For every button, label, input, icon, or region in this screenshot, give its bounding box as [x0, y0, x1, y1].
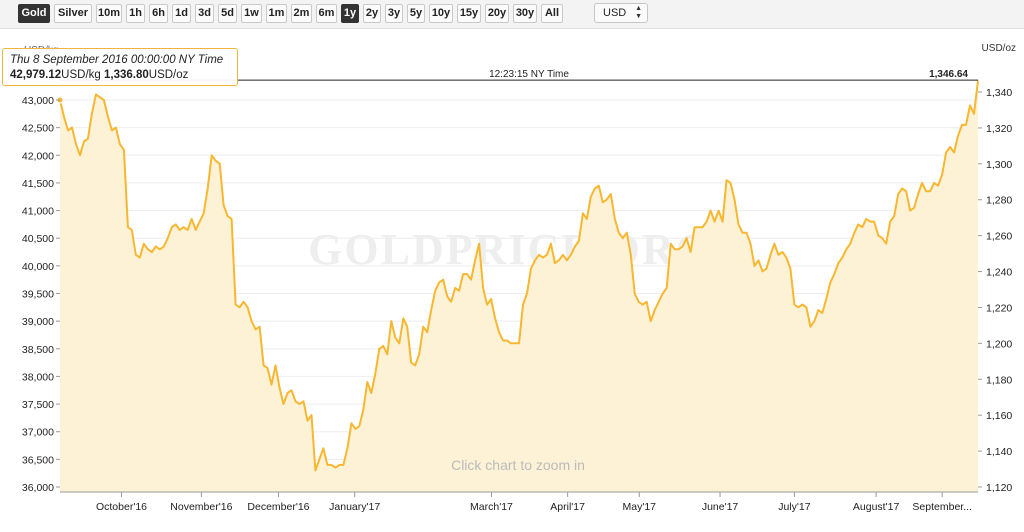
right-tick-label: 1,160 — [986, 410, 1012, 422]
currency-select[interactable]: USD ▲ ▼ — [594, 3, 648, 23]
x-axis-ticks: October'16 November'16 December'16 January'… — [96, 492, 972, 513]
range-button-1w[interactable]: 1w — [241, 4, 262, 23]
right-tick-label: 1,120 — [986, 482, 1012, 494]
x-tick-label: October'16 — [96, 501, 147, 513]
tooltip-values: 42,979.12USD/kg 1,336.80USD/oz — [10, 68, 230, 83]
left-tick-label: 42,500 — [22, 123, 54, 135]
range-button-10y[interactable]: 10y — [429, 4, 453, 23]
right-tick-label: 1,340 — [986, 87, 1012, 99]
range-button-3y[interactable]: 3y — [385, 4, 403, 23]
currency-select-value: USD — [603, 7, 627, 19]
left-tick-label: 40,000 — [22, 261, 54, 273]
range-button-gold[interactable]: Gold — [18, 4, 50, 23]
x-tick-label: May'17 — [622, 501, 656, 513]
left-tick-label: 39,000 — [22, 316, 54, 328]
x-tick-label: November'16 — [170, 501, 232, 513]
crosshair-time-label: 12:23:15 NY Time — [489, 69, 569, 80]
right-tick-label: 1,320 — [986, 123, 1012, 135]
right-tick-label: 1,140 — [986, 446, 1012, 458]
tooltip: Thu 8 September 2016 00:00:00 NY Time 42… — [2, 48, 238, 86]
range-button-silver[interactable]: Silver — [54, 4, 92, 23]
right-tick-label: 1,200 — [986, 338, 1012, 350]
range-button-6m[interactable]: 6m — [316, 4, 337, 23]
x-tick-label: December'16 — [247, 501, 309, 513]
right-tick-label: 1,220 — [986, 302, 1012, 314]
right-axis-ticks: 1,120 1,140 1,160 1,180 1,200 1,220 1,240 1,260… — [978, 87, 1012, 494]
range-button-10m[interactable]: 10m — [96, 4, 122, 23]
range-button-3d[interactable]: 3d — [195, 4, 214, 23]
range-button-1y[interactable]: 1y — [341, 4, 359, 23]
x-tick-label: July'17 — [778, 501, 811, 513]
x-tick-label: January'17 — [329, 501, 380, 513]
left-tick-label: 37,500 — [22, 399, 54, 411]
range-button-30y[interactable]: 30y — [513, 4, 537, 23]
left-tick-label: 36,500 — [22, 454, 54, 466]
select-arrows-icon: ▲ ▼ — [635, 5, 642, 20]
zoom-hint: Click chart to zoom in — [451, 457, 585, 473]
current-value-label: 1,346.64 — [929, 69, 968, 80]
left-tick-label: 40,500 — [22, 233, 54, 245]
tooltip-value-oz: 1,336.80 — [104, 69, 149, 81]
left-tick-label: 37,000 — [22, 427, 54, 439]
right-tick-label: 1,240 — [986, 267, 1012, 279]
range-button-all[interactable]: All — [541, 4, 563, 23]
x-tick-label: September... — [912, 501, 972, 513]
left-tick-label: 41,000 — [22, 206, 54, 218]
left-tick-label: 38,000 — [22, 371, 54, 383]
range-button-1h[interactable]: 1h — [126, 4, 145, 23]
range-button-5y[interactable]: 5y — [407, 4, 425, 23]
right-tick-label: 1,300 — [986, 159, 1012, 171]
left-tick-label: 36,000 — [22, 482, 54, 494]
left-tick-label: 43,000 — [22, 95, 54, 107]
tooltip-date: Thu 8 September 2016 00:00:00 NY Time — [10, 54, 224, 66]
range-button-2m[interactable]: 2m — [291, 4, 312, 23]
gold-price-chart[interactable]: GOLDPRICE.ORG 12:23:15 NY Time 1,346.64 … — [0, 28, 1024, 532]
watermark: GOLDPRICE.ORG — [308, 225, 712, 274]
x-tick-label: August'17 — [853, 501, 900, 513]
left-tick-label: 42,000 — [22, 150, 54, 162]
range-button-6h[interactable]: 6h — [149, 4, 168, 23]
range-button-2y[interactable]: 2y — [363, 4, 381, 23]
left-tick-label: 41,500 — [22, 178, 54, 190]
right-axis-label: USD/oz — [982, 43, 1016, 54]
tooltip-value-kg: 42,979.12 — [10, 69, 62, 81]
range-button-5d[interactable]: 5d — [218, 4, 237, 23]
price-area — [60, 80, 978, 492]
tooltip-unit-kg: USD/kg — [61, 69, 101, 81]
right-tick-label: 1,260 — [986, 231, 1012, 243]
x-tick-label: March'17 — [470, 501, 513, 513]
range-button-1m[interactable]: 1m — [266, 4, 287, 23]
range-button-1d[interactable]: 1d — [172, 4, 191, 23]
tooltip-unit-oz: USD/oz — [148, 69, 189, 81]
left-axis-ticks: 36,000 36,500 37,000 37,500 38,000 38,500 39,0… — [22, 95, 60, 494]
right-tick-label: 1,180 — [986, 374, 1012, 386]
range-button-20y[interactable]: 20y — [485, 4, 509, 23]
right-tick-label: 1,280 — [986, 195, 1012, 207]
toolbar: Gold Silver 10m 1h 6h 1d 3d 5d 1w 1m 2m 6m 1y 2y 3y 5y 1… — [0, 0, 1024, 29]
range-button-15y[interactable]: 15y — [457, 4, 481, 23]
x-tick-label: June'17 — [702, 501, 739, 513]
left-tick-label: 38,500 — [22, 344, 54, 356]
left-tick-label: 39,500 — [22, 289, 54, 301]
x-tick-label: April'17 — [550, 501, 585, 513]
